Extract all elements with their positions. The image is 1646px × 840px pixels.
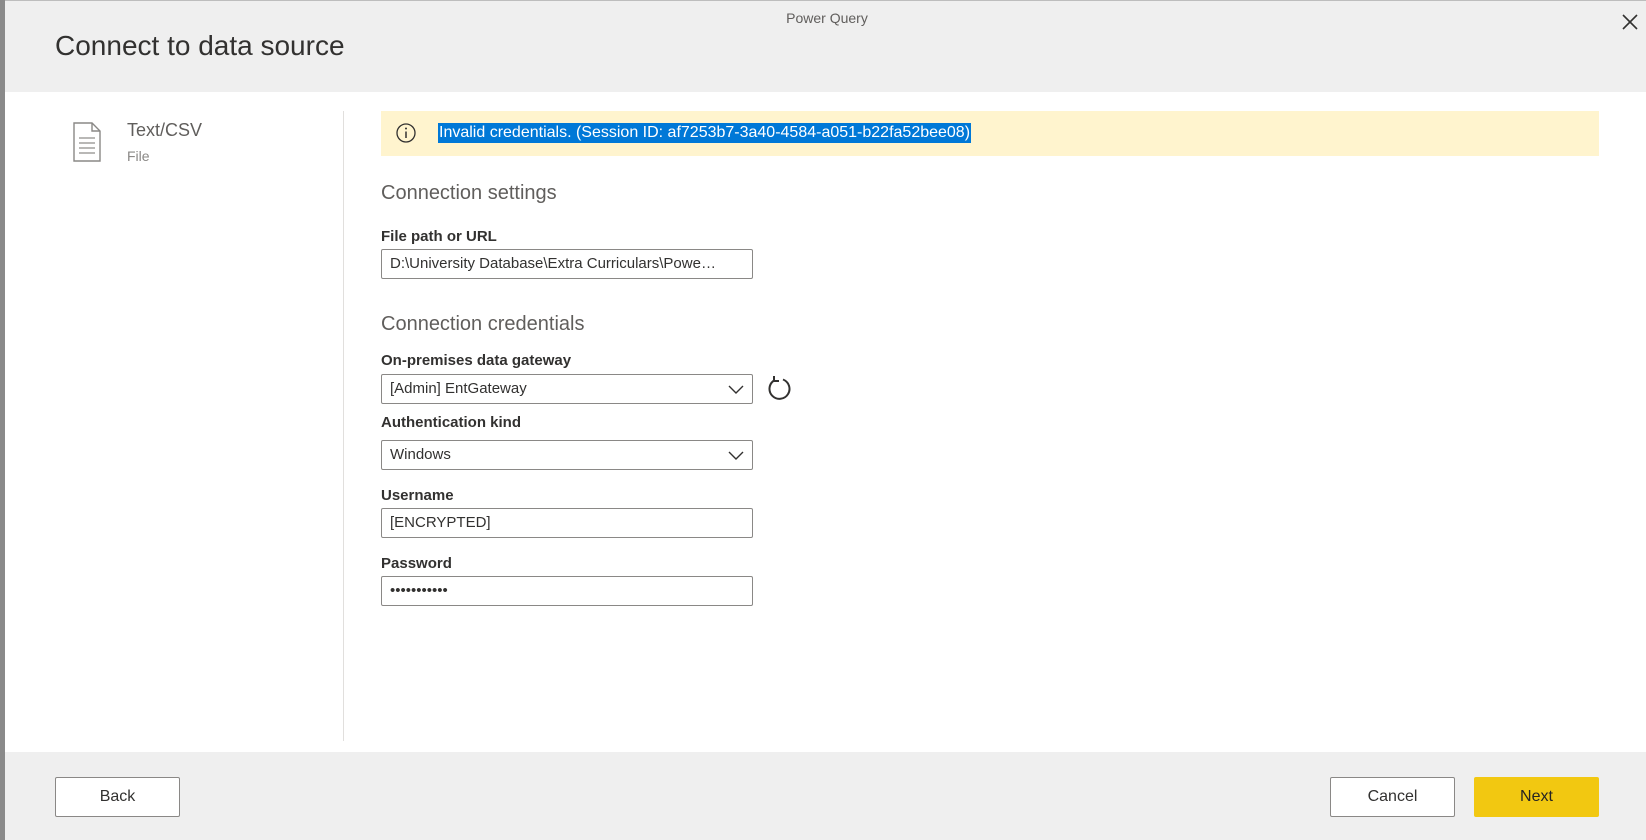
password-input[interactable]: ••••••••••• [381,576,753,606]
chevron-down-icon [728,451,744,460]
panel-divider [343,111,344,741]
next-button[interactable]: Next [1474,777,1599,817]
file-path-label: File path or URL [381,228,497,245]
connector-name: Text/CSV [127,120,203,140]
file-path-input[interactable]: D:\University Database\Extra Curriculars… [381,249,753,279]
refresh-icon [768,376,791,400]
info-icon [396,123,416,143]
gateway-selected-value: [Admin] EntGateway [390,380,527,397]
cancel-button[interactable]: Cancel [1330,777,1455,817]
connection-settings-heading: Connection settings [381,182,557,204]
auth-kind-label: Authentication kind [381,414,521,431]
app-title: Power Query [786,10,868,26]
chevron-down-icon [728,385,744,394]
dialog-content [5,92,1646,752]
auth-kind-selected-value: Windows [390,446,451,463]
connector-item: Text/CSV File [68,114,328,174]
auth-kind-select[interactable]: Windows [381,440,753,470]
gateway-select[interactable]: [Admin] EntGateway [381,374,753,404]
error-banner: Invalid credentials. (Session ID: af7253… [381,111,1599,156]
close-button[interactable] [1616,8,1644,36]
document-icon [73,122,101,162]
connection-credentials-heading: Connection credentials [381,313,585,335]
window-top-border [0,0,1646,1]
page-title: Connect to data source [55,30,345,61]
password-label: Password [381,555,452,572]
back-button[interactable]: Back [55,777,180,817]
username-input[interactable]: [ENCRYPTED] [381,508,753,538]
connector-category: File [127,148,150,164]
error-message[interactable]: Invalid credentials. (Session ID: af7253… [438,123,972,143]
gateway-label: On-premises data gateway [381,352,572,369]
refresh-gateway-button[interactable] [764,374,794,404]
username-label: Username [381,487,454,504]
close-icon [1622,14,1638,30]
